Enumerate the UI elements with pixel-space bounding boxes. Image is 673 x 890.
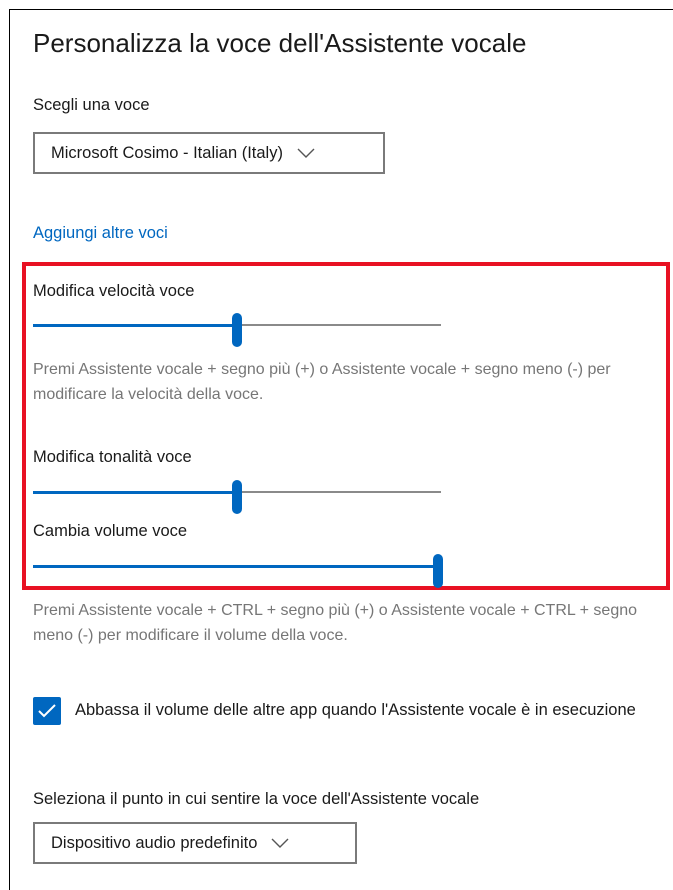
- pitch-slider-thumb[interactable]: [232, 480, 242, 514]
- add-more-voices-link[interactable]: Aggiungi altre voci: [33, 224, 168, 243]
- volume-slider-thumb[interactable]: [433, 554, 443, 588]
- pitch-label: Modifica tonalità voce: [33, 448, 192, 466]
- pitch-slider-fill: [33, 491, 237, 494]
- pitch-slider[interactable]: [33, 480, 441, 514]
- speed-slider-fill: [33, 324, 237, 327]
- output-device-dropdown[interactable]: Dispositivo audio predefinito: [33, 822, 357, 864]
- voice-label: Scegli una voce: [33, 96, 150, 114]
- speed-help-text: Premi Assistente vocale + segno più (+) …: [33, 361, 611, 403]
- speed-slider-thumb[interactable]: [232, 313, 242, 347]
- output-label: Seleziona il punto in cui sentire la voc…: [33, 790, 480, 808]
- chevron-down-icon: [297, 144, 315, 162]
- volume-help-text: Premi Assistente vocale + CTRL + segno p…: [33, 602, 638, 644]
- lower-volume-label: Abbassa il volume delle altre app quando…: [75, 701, 636, 719]
- voice-dropdown-value: Microsoft Cosimo - Italian (Italy): [51, 143, 283, 162]
- page-title: Personalizza la voce dell'Assistente voc…: [33, 28, 527, 58]
- speed-label: Modifica velocità voce: [33, 282, 195, 300]
- speed-slider[interactable]: [33, 313, 441, 347]
- output-dropdown-value: Dispositivo audio predefinito: [51, 833, 258, 852]
- volume-slider-fill: [33, 565, 438, 568]
- volume-label: Cambia volume voce: [33, 522, 188, 540]
- checkmark-icon: [38, 704, 56, 718]
- chevron-down-icon: [271, 834, 289, 852]
- voice-dropdown[interactable]: Microsoft Cosimo - Italian (Italy): [33, 132, 385, 174]
- volume-slider[interactable]: [33, 554, 443, 588]
- lower-volume-checkbox[interactable]: [33, 697, 61, 725]
